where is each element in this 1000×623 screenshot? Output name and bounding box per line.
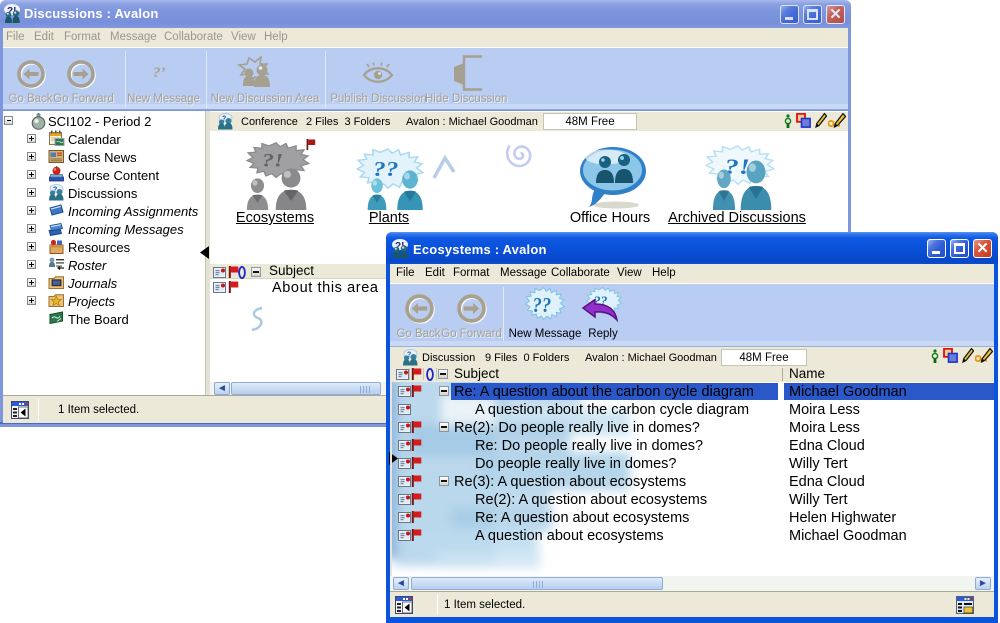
svg-text:??: ??	[533, 294, 552, 317]
svg-text:?’: ?’	[153, 65, 166, 81]
